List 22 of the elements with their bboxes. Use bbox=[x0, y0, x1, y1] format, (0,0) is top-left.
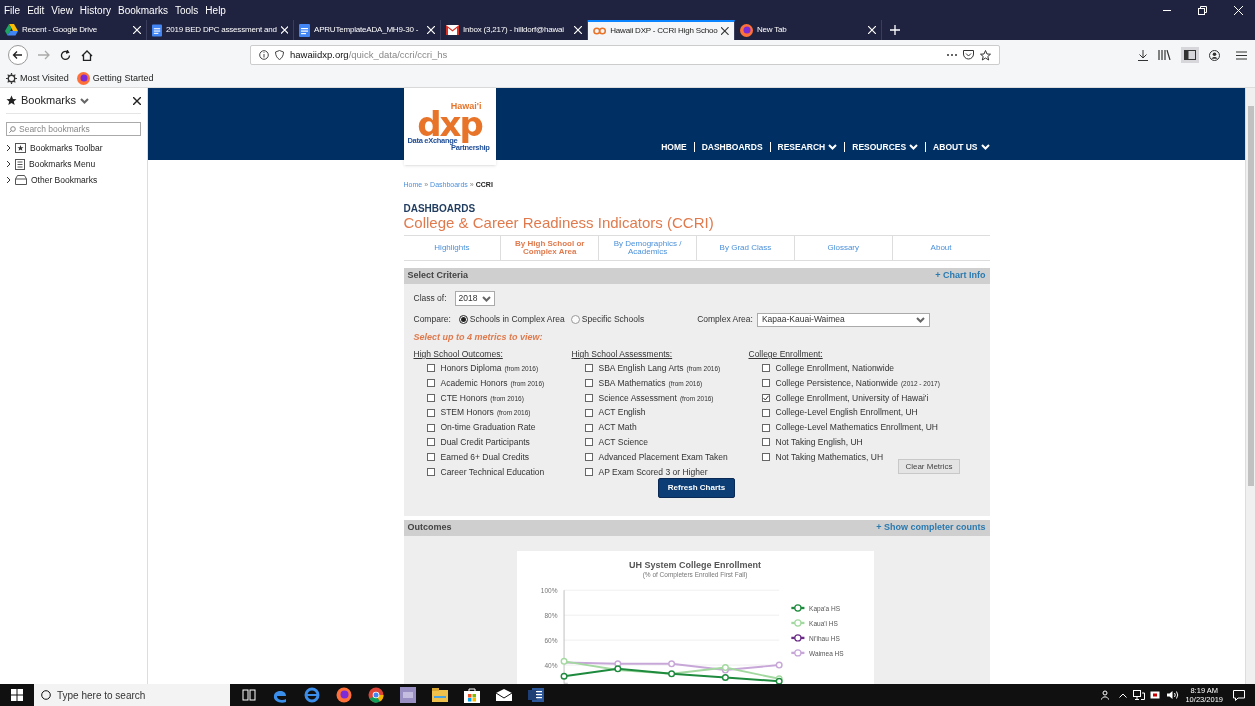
page-title: College & Career Readiness Indicators (CCRI) bbox=[403, 213, 715, 232]
tab-title: New Tab bbox=[757, 24, 788, 36]
panel-title: Outcomes bbox=[407, 520, 452, 534]
chart-title: UH System College Enrollment bbox=[629, 560, 761, 570]
group-heading: College Enrollment: bbox=[748, 348, 824, 361]
group-heading: High School Outcomes: bbox=[413, 348, 504, 361]
url-text: hawaiidxp.org/quick_data/ccri/ccri_hs bbox=[290, 47, 448, 62]
tab-title: Inbox (3,217) - hilldorf@hawai bbox=[463, 24, 565, 36]
field-label: Class of: bbox=[413, 292, 447, 305]
group-heading: High School Assessments: bbox=[571, 348, 674, 361]
tab-title: Hawaii DXP - CCRI High Schoo bbox=[610, 25, 718, 37]
panel-title: Select Criteria bbox=[407, 268, 469, 282]
folder-label: Other Bookmarks bbox=[31, 173, 98, 187]
folder-label: Bookmarks Toolbar bbox=[30, 141, 103, 155]
field-label: Complex Area: bbox=[697, 313, 753, 326]
tab-title: 2019 BED DPC assessment and bbox=[166, 24, 277, 36]
field-label: Compare: bbox=[413, 313, 451, 326]
section-label: DASHBOARDS bbox=[403, 203, 477, 214]
folder-label: Bookmarks Menu bbox=[29, 157, 96, 171]
tab-title: Recent - Google Drive bbox=[22, 24, 98, 36]
metrics-prompt: Select up to 4 metrics to view: bbox=[413, 330, 544, 344]
tab-title: APRUTemplateADA_MH9-30 - bbox=[314, 24, 420, 36]
